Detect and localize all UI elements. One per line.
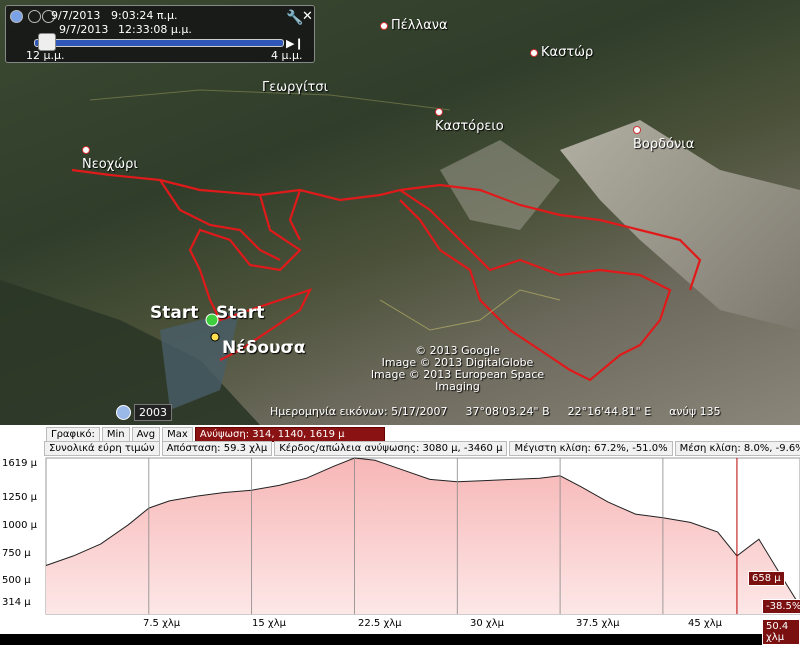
distance-stat: Απόσταση: 59.3 χλμ	[161, 440, 273, 456]
profile-toolbar: Γραφικό: Min Avg Max Ανύψωση: 314, 1140,…	[0, 426, 800, 442]
cursor-elevation: 658 μ	[748, 571, 785, 586]
avg-slope-stat: Μέση κλίση: 8.0%, -9.6%	[674, 440, 800, 456]
place-label: Καστώρ	[530, 45, 593, 60]
y-tick-label: 1250 μ	[2, 492, 37, 503]
imagery-credits: © 2013 Google Image © 2013 DigitalGlobe …	[370, 344, 545, 393]
cursor-slope: -38.5%	[762, 599, 800, 614]
status-bar: Ημερομηνία εικόνων: 5/17/2007 37°08'03.2…	[270, 405, 721, 418]
time-track[interactable]	[34, 39, 284, 47]
place-label: Νεοχώρι	[82, 142, 138, 172]
wrench-icon[interactable]: 🔧	[286, 10, 303, 26]
historical-imagery-button[interactable]: 2003	[116, 404, 172, 421]
max-option[interactable]: Max	[162, 426, 193, 442]
cursor-distance: 50.4 χλμ	[762, 619, 800, 645]
time-end-time: 12:33:08 μ.μ.	[118, 23, 192, 36]
elevation-chart[interactable]: 1619 μ 1250 μ 1000 μ 750 μ 500 μ 314 μ 7…	[0, 456, 800, 645]
x-tick-label: 45 χλμ	[688, 618, 722, 629]
min-option[interactable]: Min	[101, 426, 130, 442]
max-slope-stat: Μέγιστη κλίση: 67.2%, -51.0%	[509, 440, 673, 456]
time-end-date: 9/7/2013	[59, 23, 109, 36]
time-range-start: 12 μ.μ.	[26, 49, 65, 62]
map-view[interactable]: Πέλλανα Γεωργίτσι Καστώρ Καστόρειο Βορδό…	[0, 0, 800, 425]
place-label: Πέλλανα	[380, 18, 448, 33]
y-tick-label: 1000 μ	[2, 520, 37, 531]
clock-icon[interactable]	[10, 10, 23, 23]
time-slider[interactable]: 9/7/2013 9:03:24 π.μ. 9/7/2013 12:33:08 …	[5, 5, 315, 63]
x-tick-label: 7.5 χλμ	[143, 618, 181, 629]
place-label: Καστόρειο	[435, 104, 504, 134]
x-tick-label: 30 χλμ	[470, 618, 504, 629]
clock-icon	[116, 405, 131, 420]
elevation-chart-svg	[45, 457, 800, 615]
x-tick-label: 22.5 χλμ	[358, 618, 402, 629]
start-label[interactable]: Start	[150, 303, 198, 323]
start-label[interactable]: Start	[216, 303, 264, 323]
y-tick-label: 314 μ	[2, 597, 31, 608]
time-start-time: 9:03:24 π.μ.	[111, 9, 178, 22]
y-tick-label: 750 μ	[2, 548, 31, 559]
place-label: Γεωργίτσι	[262, 80, 328, 95]
place-label: Βορδόνια	[633, 122, 694, 152]
time-range-end: 4 μ.μ.	[271, 49, 303, 62]
imagery-year: 2003	[134, 404, 172, 421]
zoom-out-icon[interactable]	[28, 10, 41, 23]
range-label: Συνολικά εύρη τιμών	[44, 440, 160, 456]
y-tick-label: 1619 μ	[2, 458, 37, 469]
avg-option[interactable]: Avg	[131, 426, 161, 442]
elevation-profile[interactable]: Γραφικό: Min Avg Max Ανύψωση: 314, 1140,…	[0, 425, 800, 645]
x-tick-label: 15 χλμ	[252, 618, 286, 629]
graph-label: Γραφικό:	[46, 426, 100, 442]
y-tick-label: 500 μ	[2, 575, 31, 586]
time-start-date: 9/7/2013	[51, 9, 101, 22]
place-label: Νέδουσα	[222, 338, 306, 358]
profile-stats: Συνολικά εύρη τιμών Απόσταση: 59.3 χλμ Κ…	[0, 440, 800, 456]
gain-loss-stat: Κέρδος/απώλεια ανύψωσης: 3080 μ, -3460 μ	[274, 440, 508, 456]
close-icon[interactable]: ✕	[302, 9, 313, 24]
x-tick-label: 37.5 χλμ	[576, 618, 620, 629]
elevation-summary[interactable]: Ανύψωση: 314, 1140, 1619 μ	[194, 426, 385, 442]
